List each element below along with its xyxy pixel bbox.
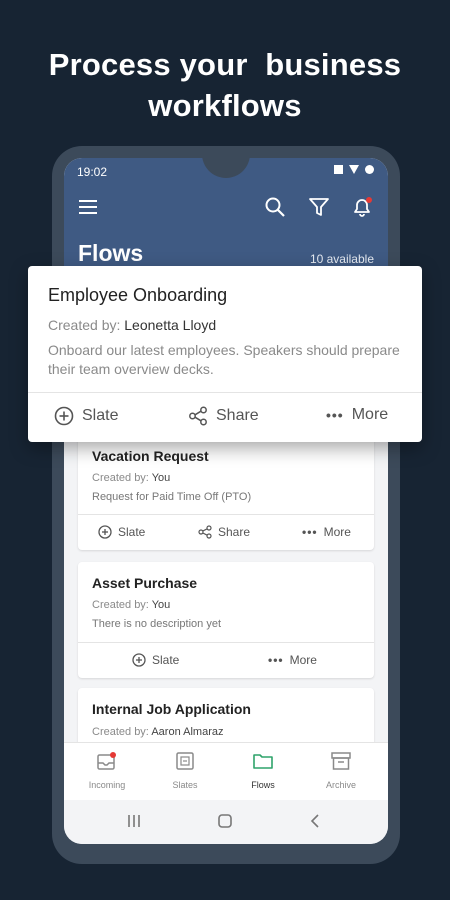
menu-icon[interactable]	[78, 198, 98, 221]
more-button[interactable]: ••• More	[268, 653, 317, 667]
status-time: 19:02	[77, 165, 108, 179]
more-label: More	[289, 653, 317, 667]
card-divider	[78, 642, 374, 643]
page-title: Flows	[78, 240, 144, 266]
slate-label: Slate	[152, 653, 180, 667]
add-circle-icon	[98, 525, 112, 539]
share-button[interactable]: Share	[198, 525, 250, 539]
featured-card-created-by: Created by: Leonetta Lloyd	[48, 317, 216, 333]
camera-notch	[202, 158, 250, 178]
slate-label: Slate	[82, 407, 119, 424]
phone-screen: 19:02 Flows 10 available Vacation Reques…	[64, 158, 388, 844]
filter-icon[interactable]	[308, 196, 330, 223]
share-label: Share	[218, 525, 251, 539]
featured-share-button[interactable]: Share	[188, 406, 259, 426]
battery-dot-icon	[365, 165, 374, 174]
featured-card-title: Employee Onboarding	[48, 285, 228, 305]
created-by-name: Leonetta Lloyd	[124, 317, 217, 333]
created-by-label: Created by:	[92, 472, 149, 484]
search-icon[interactable]	[264, 196, 286, 223]
card-description: Request for Paid Time Off (PTO)	[92, 491, 252, 503]
headline: Process your business workflows	[0, 44, 450, 126]
featured-card-divider	[28, 392, 422, 393]
nav-label: Slates	[172, 780, 198, 790]
more-button[interactable]: ••• More	[302, 525, 351, 539]
nav-item-slates[interactable]: Slates	[150, 751, 220, 790]
flow-card-vacation-request[interactable]: Vacation Request Created by: You Request…	[78, 434, 374, 550]
back-icon[interactable]	[308, 814, 324, 833]
nav-label: Incoming	[88, 780, 126, 790]
recent-apps-icon[interactable]	[126, 814, 142, 833]
created-by-name: You	[151, 599, 171, 611]
slate-label: Slate	[118, 525, 146, 539]
card-title: Internal Job Application	[92, 701, 251, 717]
archive-icon	[331, 752, 351, 770]
status-icons	[334, 165, 374, 174]
more-label: More	[323, 525, 351, 539]
share-icon	[198, 525, 212, 539]
add-circle-icon	[132, 653, 146, 667]
more-label: More	[351, 406, 389, 423]
card-created-by: Created by: Aaron Almaraz	[92, 726, 223, 738]
nav-item-incoming[interactable]: Incoming	[72, 751, 142, 790]
created-by-label: Created by:	[92, 726, 149, 738]
featured-card-description: Onboard our latest employees. Speakers s…	[48, 342, 400, 377]
bottom-navigation: Incoming Slates Flows Archive	[64, 742, 388, 800]
flow-card-asset-purchase[interactable]: Asset Purchase Created by: You There is …	[78, 562, 374, 678]
headline-line-1: Process your business	[48, 47, 402, 82]
notification-square-icon	[334, 165, 343, 174]
share-label: Share	[216, 407, 259, 424]
add-circle-icon	[54, 406, 74, 426]
system-navigation-bar	[64, 800, 388, 844]
card-created-by: Created by: You	[92, 599, 170, 611]
flows-folder-icon	[253, 754, 273, 769]
created-by-name: You	[151, 472, 171, 484]
nav-item-flows[interactable]: Flows	[228, 751, 298, 790]
more-dots-icon: •••	[302, 525, 318, 539]
available-count: 10 available	[309, 252, 374, 266]
home-icon[interactable]	[217, 814, 233, 833]
notifications-bell-icon[interactable]	[350, 195, 374, 224]
flow-card-internal-job-application[interactable]: Internal Job Application Created by: Aar…	[78, 688, 374, 748]
nav-item-archive[interactable]: Archive	[306, 751, 376, 790]
more-dots-icon: •••	[268, 653, 284, 667]
slate-button[interactable]: Slate	[132, 653, 179, 667]
more-dots-icon: •••	[326, 407, 344, 423]
nav-label: Flows	[251, 780, 275, 790]
headline-line-2: workflows	[148, 88, 302, 123]
incoming-icon	[97, 752, 116, 770]
slate-button[interactable]: Slate	[98, 525, 145, 539]
featured-flow-card[interactable]: Employee Onboarding Created by: Leonetta…	[28, 266, 422, 442]
card-title: Vacation Request	[92, 448, 209, 464]
card-divider	[78, 514, 374, 515]
created-by-name: Aaron Almaraz	[151, 726, 224, 738]
card-created-by: Created by: You	[92, 472, 170, 484]
featured-slate-button[interactable]: Slate	[54, 406, 118, 426]
created-by-label: Created by:	[92, 599, 149, 611]
card-title: Asset Purchase	[92, 575, 198, 591]
created-by-label: Created by:	[48, 317, 121, 333]
signal-icon	[349, 165, 359, 174]
slates-icon	[176, 752, 194, 770]
card-description: There is no description yet	[92, 618, 222, 630]
share-icon	[189, 406, 207, 426]
nav-label: Archive	[325, 780, 356, 790]
featured-more-button[interactable]: ••• More	[326, 406, 388, 424]
